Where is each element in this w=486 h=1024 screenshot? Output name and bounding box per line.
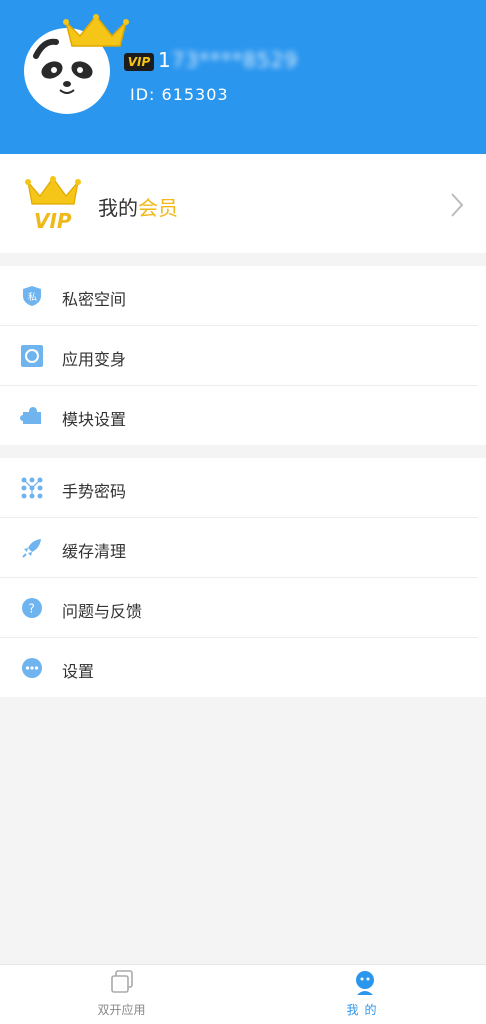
menu-item-label: 应用变身	[62, 350, 127, 369]
tab-dual-apps[interactable]: 双开应用	[0, 965, 243, 1024]
menu-item-cache-clean[interactable]: 缓存清理	[0, 518, 486, 578]
tab-label: 双开应用	[97, 1003, 146, 1017]
menu-item-label: 手势密码	[62, 482, 127, 501]
rocket-icon	[22, 539, 41, 558]
gesture-grid-icon	[21, 477, 43, 499]
puzzle-icon	[20, 407, 41, 424]
menu-item-label: 缓存清理	[62, 542, 127, 561]
menu-group-privacy: 私 私密空间 应用变身 模块设置	[0, 266, 486, 445]
avatar[interactable]	[24, 14, 134, 124]
refresh-icon	[21, 345, 43, 367]
phone-number: 173****8529	[158, 48, 298, 72]
vip-title-plain: 我的	[98, 196, 138, 220]
user-id: ID: 615303	[130, 85, 229, 104]
menu-item-private-space[interactable]: 私 私密空间	[0, 266, 486, 326]
svg-text:VIP: VIP	[34, 209, 72, 232]
menu-group-tools: 手势密码 缓存清理 ? 问题与反馈 设置	[0, 458, 486, 697]
svg-text:私: 私	[28, 292, 37, 303]
menu-item-gesture-password[interactable]: 手势密码	[0, 458, 486, 518]
phone-prefix: 1	[158, 48, 172, 72]
feedback-icon: ?	[22, 598, 42, 618]
svg-text:?: ?	[29, 602, 35, 616]
menu-item-module-settings[interactable]: 模块设置	[0, 386, 486, 446]
vip-badge: VIP	[124, 53, 154, 71]
menu-item-app-disguise[interactable]: 应用变身	[0, 326, 486, 386]
chevron-right-icon	[451, 193, 464, 217]
profile-header: VIP 173****8529 ID: 615303	[0, 0, 486, 154]
phone-masked: 73****8529	[171, 48, 299, 72]
tab-label: 我的	[346, 1003, 383, 1017]
shield-icon: 私	[23, 286, 41, 306]
menu-item-label: 模块设置	[62, 410, 127, 429]
crown-icon	[63, 14, 129, 47]
tab-me[interactable]: 我的	[243, 965, 486, 1024]
stacked-squares-icon	[110, 970, 133, 993]
menu-item-settings[interactable]: 设置	[0, 638, 486, 698]
settings-dots-icon	[22, 658, 42, 678]
menu-item-label: 问题与反馈	[62, 602, 143, 621]
menu-item-label: 设置	[62, 662, 95, 681]
vip-title-accent: 会员	[138, 196, 178, 220]
vip-membership-card[interactable]: VIP 我的会员	[0, 154, 486, 253]
vip-crown-icon: VIP	[25, 176, 81, 232]
menu-item-label: 私密空间	[62, 290, 127, 309]
menu-item-feedback[interactable]: ? 问题与反馈	[0, 578, 486, 638]
vip-title: 我的会员	[98, 192, 178, 221]
bottom-tab-bar: 双开应用 我的	[0, 964, 486, 1024]
user-profile-icon	[355, 971, 374, 995]
